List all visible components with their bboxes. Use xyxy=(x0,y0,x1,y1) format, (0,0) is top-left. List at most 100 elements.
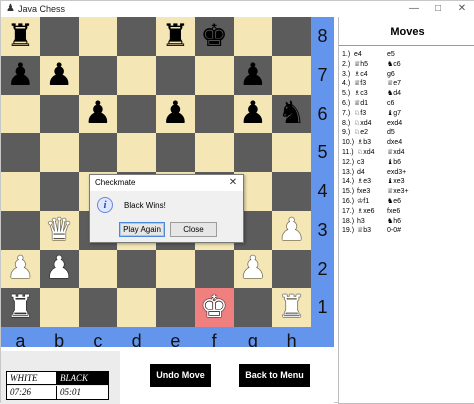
rank-label-7: 7 xyxy=(317,64,328,85)
dialog-title-bar[interactable]: Checkmate ✕ xyxy=(90,175,243,191)
square-b1[interactable] xyxy=(39,288,79,327)
square-d8[interactable] xyxy=(117,17,156,56)
square-g8[interactable] xyxy=(233,17,273,56)
move-8-black: exd4 xyxy=(387,119,403,127)
square-e8[interactable]: ♜ xyxy=(156,17,195,56)
undo-move-button[interactable]: Undo Move xyxy=(150,364,211,387)
square-b6[interactable] xyxy=(39,94,79,134)
black-knight-icon[interactable]: ♞ xyxy=(278,98,306,129)
move-18-num: 18.) xyxy=(342,217,355,225)
square-b3[interactable]: ♛ xyxy=(39,210,79,250)
black-pawn-icon[interactable]: ♟ xyxy=(161,98,189,129)
square-a7[interactable]: ♟ xyxy=(1,55,40,95)
maximize-icon[interactable]: □ xyxy=(427,1,449,17)
title-bar[interactable]: ♟ Java Chess — □ ✕ xyxy=(1,1,474,17)
square-a5[interactable] xyxy=(1,133,40,172)
white-queen-icon[interactable]: ♛ xyxy=(45,214,73,246)
square-a8[interactable]: ♜ xyxy=(1,17,40,56)
white-rook-icon[interactable]: ♜ xyxy=(6,292,34,323)
move-14-black: ♝xe3 xyxy=(387,178,405,186)
square-f1[interactable]: ♚ xyxy=(194,288,234,327)
square-d5[interactable] xyxy=(117,133,156,172)
white-pawn-icon[interactable]: ♟ xyxy=(239,253,267,284)
square-c5[interactable] xyxy=(78,133,118,172)
square-a2[interactable]: ♟ xyxy=(1,249,40,289)
white-pawn-icon[interactable]: ♟ xyxy=(6,253,34,284)
minimize-icon[interactable]: — xyxy=(403,1,425,17)
move-16-black: ♞e6 xyxy=(387,198,402,205)
black-king-icon[interactable]: ♚ xyxy=(200,20,228,52)
square-h7[interactable] xyxy=(272,55,311,95)
square-h3[interactable]: ♟ xyxy=(272,210,311,250)
white-clock-label: WHITE xyxy=(7,372,57,385)
move-9-num: 9.) xyxy=(342,129,351,137)
close-window-icon[interactable]: ✕ xyxy=(451,1,473,17)
square-d6[interactable] xyxy=(117,94,156,134)
white-pawn-icon[interactable]: ♟ xyxy=(45,253,73,284)
square-d2[interactable] xyxy=(117,249,156,289)
square-e6[interactable]: ♟ xyxy=(156,94,195,134)
square-f2[interactable] xyxy=(194,249,234,289)
moves-title: Moves xyxy=(390,26,425,38)
square-a6[interactable] xyxy=(1,94,40,134)
square-f6[interactable] xyxy=(194,94,234,134)
black-rook-icon[interactable]: ♜ xyxy=(6,20,34,52)
square-b8[interactable] xyxy=(39,17,79,56)
rank-label-1: 1 xyxy=(317,297,328,318)
move-11-num: 11.) xyxy=(342,149,354,156)
square-h4[interactable] xyxy=(272,172,311,211)
square-a3[interactable] xyxy=(1,210,40,250)
chess-window: ♟ Java Chess — □ ✕ ♜ ♜ ♚ ♟ ♟ ♟ ♟ ♟ ♟ ♞ ♛ ♟ ♟ ♟ ♟ ♜ ♚ ♜ 8 7… xyxy=(0,0,474,404)
black-rook-icon[interactable]: ♜ xyxy=(161,20,189,52)
back-to-menu-button[interactable]: Back to Menu xyxy=(239,364,310,387)
move-3-num: 3.) xyxy=(342,70,351,78)
square-a4[interactable] xyxy=(1,172,40,211)
close-button[interactable]: Close xyxy=(170,222,217,237)
black-pawn-icon[interactable]: ♟ xyxy=(239,59,267,91)
square-e1[interactable] xyxy=(156,288,195,327)
square-e7[interactable] xyxy=(156,55,195,95)
square-f7[interactable] xyxy=(194,55,234,95)
square-c7[interactable] xyxy=(78,55,118,95)
square-a1[interactable]: ♜ xyxy=(1,288,40,327)
square-g1[interactable] xyxy=(233,288,273,327)
move-16-num: 16.) xyxy=(342,198,355,205)
square-h1[interactable]: ♜ xyxy=(272,288,311,327)
square-h6[interactable]: ♞ xyxy=(272,94,311,134)
square-b7[interactable]: ♟ xyxy=(39,55,79,95)
black-pawn-icon[interactable]: ♟ xyxy=(84,98,112,129)
square-f8[interactable]: ♚ xyxy=(194,17,234,56)
square-h8[interactable] xyxy=(272,17,311,56)
square-g7[interactable]: ♟ xyxy=(233,55,273,95)
move-12-white: c3 xyxy=(357,158,365,166)
black-pawn-icon[interactable]: ♟ xyxy=(6,59,34,91)
square-b4[interactable] xyxy=(39,172,79,211)
square-c6[interactable]: ♟ xyxy=(78,94,118,134)
square-h5[interactable] xyxy=(272,133,311,172)
square-f5[interactable] xyxy=(194,133,234,172)
black-pawn-icon[interactable]: ♟ xyxy=(45,59,73,91)
move-17-num: 17.) xyxy=(342,207,355,215)
square-e2[interactable] xyxy=(156,249,195,289)
square-d1[interactable] xyxy=(117,288,156,327)
white-king-icon[interactable]: ♚ xyxy=(200,292,228,323)
square-c1[interactable] xyxy=(78,288,118,327)
move-2-num: 2.) xyxy=(342,60,351,68)
square-c8[interactable] xyxy=(78,17,118,56)
move-8-white: ♘xd4 xyxy=(354,119,372,127)
white-rook-icon[interactable]: ♜ xyxy=(278,292,306,323)
dialog-close-icon[interactable]: ✕ xyxy=(226,176,240,190)
square-c2[interactable] xyxy=(78,249,118,289)
move-8-num: 8.) xyxy=(342,119,351,127)
square-g6[interactable]: ♟ xyxy=(233,94,273,134)
square-d7[interactable] xyxy=(117,55,156,95)
square-g5[interactable] xyxy=(233,133,273,172)
square-e5[interactable] xyxy=(156,133,195,172)
white-pawn-icon[interactable]: ♟ xyxy=(278,214,306,246)
square-b5[interactable] xyxy=(39,133,79,172)
square-h2[interactable] xyxy=(272,249,311,289)
black-pawn-icon[interactable]: ♟ xyxy=(239,98,267,129)
square-b2[interactable]: ♟ xyxy=(39,249,79,289)
play-again-button[interactable]: Play Again xyxy=(119,222,165,237)
square-g2[interactable]: ♟ xyxy=(233,249,273,289)
